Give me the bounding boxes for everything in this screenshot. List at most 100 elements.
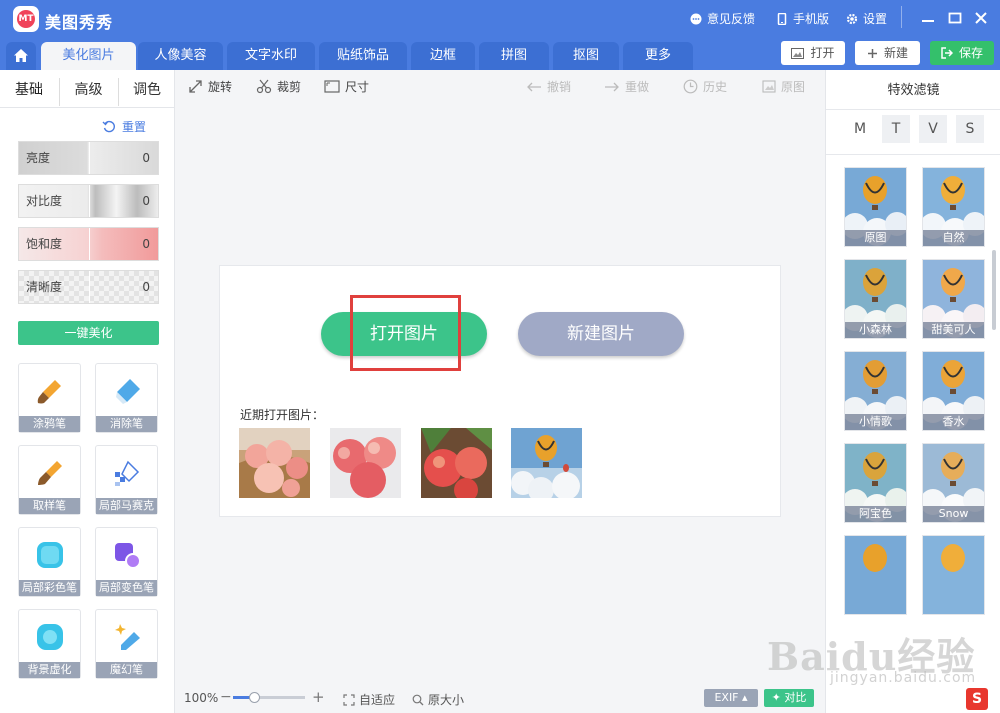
plus-icon — [867, 48, 877, 58]
new-button[interactable]: 新建 — [855, 41, 920, 65]
filter-tab-s[interactable]: S — [956, 115, 984, 143]
filter-snow[interactable]: Snow — [922, 443, 985, 523]
zoom-knob[interactable] — [249, 692, 260, 703]
exif-label: EXIF — [714, 691, 739, 704]
filter-love-song[interactable]: 小情歌 — [844, 351, 907, 431]
sharpness-slider[interactable]: 清晰度 0 — [18, 270, 159, 304]
size-button[interactable]: 尺寸 — [324, 78, 369, 95]
crop-label: 裁剪 — [277, 80, 302, 94]
recent-thumbnail[interactable] — [330, 428, 401, 498]
one-click-beautify-button[interactable]: 一键美化 — [18, 321, 159, 345]
peaches-leaf-image — [421, 428, 492, 498]
local-color-pen-tool[interactable]: 局部彩色笔 — [18, 527, 81, 597]
fit-button[interactable]: 自适应 — [343, 691, 395, 708]
sample-pen-tool[interactable]: 取样笔 — [18, 445, 81, 515]
minimize-icon[interactable] — [919, 9, 937, 27]
tab-stickers[interactable]: 贴纸饰品 — [319, 42, 407, 70]
filter-abao[interactable]: 阿宝色 — [844, 443, 907, 523]
background-blur-tool[interactable]: 背景虚化 — [18, 609, 81, 679]
rotate-label: 旋转 — [208, 80, 233, 94]
export-icon — [941, 47, 953, 59]
home-icon — [14, 49, 28, 62]
scissors-icon — [256, 79, 272, 94]
zoom-out-icon[interactable]: − — [220, 689, 232, 705]
tab-portrait[interactable]: 人像美容 — [138, 42, 223, 70]
tab-text-watermark[interactable]: 文字水印 — [227, 42, 315, 70]
filter-label: 自然 — [923, 230, 984, 246]
filter-forest[interactable]: 小森林 — [844, 259, 907, 339]
filter-tab-t[interactable]: T — [882, 115, 910, 143]
eraser-icon — [116, 379, 140, 404]
recent-thumbnail[interactable] — [421, 428, 492, 498]
sogou-logo-icon: S — [966, 688, 988, 710]
filter-label: Snow — [923, 506, 984, 522]
undo-label: 撤销 — [547, 80, 572, 94]
tool-label: 取样笔 — [19, 498, 80, 514]
new-image-button[interactable]: 新建图片 — [518, 312, 684, 356]
filter-sweet[interactable]: 甜美可人 — [922, 259, 985, 339]
filter-perfume[interactable]: 香水 — [922, 351, 985, 431]
compare-button[interactable]: ✦ 对比 — [764, 689, 814, 707]
fit-label: 自适应 — [359, 693, 396, 707]
tab-more[interactable]: 更多 — [623, 42, 693, 70]
magic-pen-icon — [115, 624, 140, 650]
tab-beautify[interactable]: 美化图片 — [41, 42, 136, 70]
recent-thumbnail[interactable] — [239, 428, 310, 498]
filters-grid: 原图 自然 小森林 甜美可人 小情歌 香水 阿宝色 Snow — [826, 154, 1000, 644]
magic-pen-tool[interactable]: 魔幻笔 — [95, 609, 158, 679]
crop-button[interactable]: 裁剪 — [256, 78, 301, 95]
saturation-slider[interactable]: 饱和度 0 — [18, 227, 159, 261]
recent-thumbnail[interactable] — [511, 428, 582, 498]
filter-tab-v[interactable]: V — [919, 115, 947, 143]
history-button[interactable]: 历史 — [683, 78, 727, 95]
filter-partial[interactable] — [922, 535, 985, 615]
filters-title: 特效滤镜 — [826, 70, 1000, 110]
actual-size-button[interactable]: 原大小 — [412, 691, 464, 708]
tab-advanced[interactable]: 高级 — [60, 70, 117, 108]
open-button[interactable]: 打开 — [781, 41, 845, 65]
slider-divider — [89, 228, 90, 260]
contrast-slider[interactable]: 对比度 0 — [18, 184, 159, 218]
mobile-button[interactable]: 手机版 — [776, 10, 829, 27]
mobile-label: 手机版 — [793, 12, 830, 26]
reset-button[interactable]: 重置 — [102, 118, 146, 135]
zoom-in-icon[interactable]: + — [312, 688, 325, 706]
new-label: 新建 — [883, 46, 908, 60]
exif-button[interactable]: EXIF ▴ — [704, 689, 758, 707]
filter-original[interactable]: 原图 — [844, 167, 907, 247]
undo-button[interactable]: 撤销 — [526, 78, 571, 95]
tab-frame[interactable]: 边框 — [411, 42, 475, 70]
maximize-icon[interactable] — [946, 9, 964, 27]
redo-button[interactable]: 重做 — [604, 78, 649, 95]
eraser-pen-tool[interactable]: 消除笔 — [95, 363, 158, 433]
local-mosaic-tool[interactable]: 局部马赛克 — [95, 445, 158, 515]
rotate-icon — [189, 80, 202, 93]
tab-color[interactable]: 调色 — [119, 70, 175, 108]
actual-size-label: 原大小 — [428, 693, 465, 707]
right-panel: 特效滤镜 M T V S 原图 自然 小森林 甜美可人 小情歌 香水 阿宝色 S… — [825, 70, 1000, 713]
tab-cutout[interactable]: 抠图 — [553, 42, 619, 70]
tab-basic[interactable]: 基础 — [0, 70, 58, 108]
saturation-label: 饱和度 — [26, 237, 63, 251]
tab-collage[interactable]: 拼图 — [479, 42, 549, 70]
local-recolor-pen-tool[interactable]: 局部变色笔 — [95, 527, 158, 597]
original-button[interactable]: 原图 — [762, 78, 805, 95]
filter-natural[interactable]: 自然 — [922, 167, 985, 247]
settings-button[interactable]: 设置 — [846, 10, 887, 27]
filter-tab-m[interactable]: M — [846, 115, 874, 143]
fit-icon — [343, 693, 355, 706]
doodle-pen-tool[interactable]: 涂鸦笔 — [18, 363, 81, 433]
zoom-slider[interactable] — [233, 692, 305, 703]
filter-label: 小森林 — [845, 322, 906, 338]
peaches-image — [330, 428, 401, 498]
contrast-value: 0 — [142, 194, 150, 208]
save-button[interactable]: 保存 — [930, 41, 994, 65]
filter-partial[interactable] — [844, 535, 907, 615]
home-tab[interactable] — [6, 42, 36, 70]
close-icon[interactable] — [972, 9, 990, 27]
filters-scrollbar[interactable] — [992, 250, 996, 330]
blur-icon — [37, 624, 63, 650]
rotate-button[interactable]: 旋转 — [188, 78, 232, 95]
feedback-button[interactable]: 意见反馈 — [690, 10, 755, 27]
brightness-slider[interactable]: 亮度 0 — [18, 141, 159, 175]
